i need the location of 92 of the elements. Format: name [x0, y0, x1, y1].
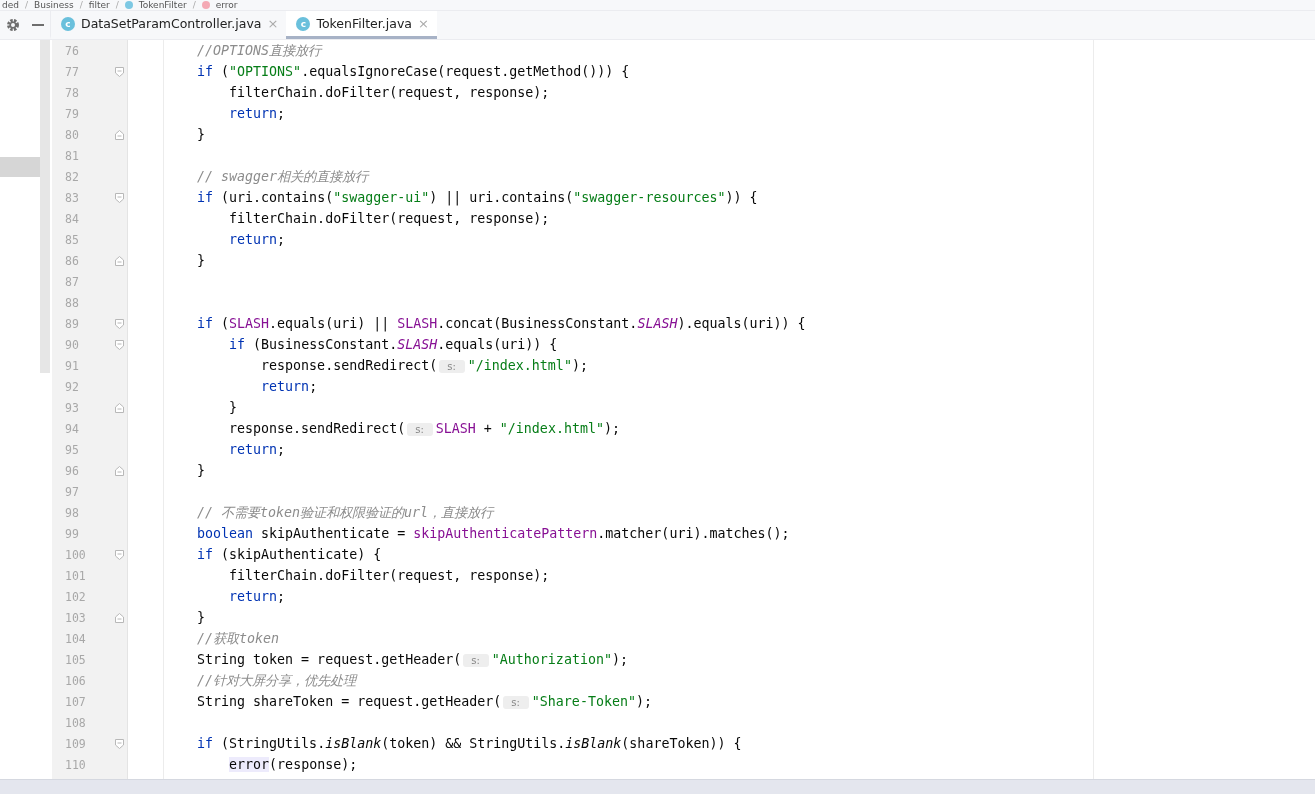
code-line: response.sendRedirect( s: SLASH + "/index.html"); — [228, 421, 620, 436]
code-line: response.sendRedirect( s: "/index.html"); — [260, 358, 588, 373]
line-number: 100 — [64, 547, 87, 562]
breadcrumb-separator: / — [24, 0, 28, 10]
class-icon: c — [296, 16, 311, 31]
code-line: boolean skipAuthenticate = skipAuthenticatePattern.matcher(uri).matches(); — [196, 526, 790, 541]
fold-icon[interactable] — [115, 129, 124, 140]
method-icon — [201, 1, 210, 9]
line-number: 86 — [64, 253, 80, 268]
code-line: if (skipAuthenticate) { — [196, 547, 382, 562]
line-number: 92 — [64, 379, 80, 394]
code-line: //OPTIONS直接放行 — [196, 41, 322, 60]
line-number: 78 — [64, 85, 80, 100]
breadcrumb-item[interactable]: ded — [2, 0, 19, 10]
fold-icon[interactable] — [115, 339, 124, 350]
fold-icon[interactable] — [115, 66, 124, 77]
code-line: String shareToken = request.getHeader( s: "Share-Token"); — [196, 694, 652, 709]
line-number: 79 — [64, 106, 80, 121]
code-line: } — [196, 127, 206, 142]
code-line: if (uri.contains("swagger-ui") || uri.contains("swagger-resources")) { — [196, 190, 758, 205]
code-line: // 不需要token验证和权限验证的url，直接放行 — [196, 503, 494, 522]
line-number: 97 — [64, 484, 80, 499]
line-number: 81 — [64, 148, 80, 163]
fold-icon[interactable] — [115, 549, 124, 560]
line-number: 82 — [64, 169, 80, 184]
line-number: 110 — [64, 757, 87, 772]
line-number: 107 — [64, 694, 87, 709]
line-number: 94 — [64, 421, 80, 436]
code-line: // swagger相关的直接放行 — [196, 167, 369, 186]
line-number: 93 — [64, 400, 80, 415]
line-number: 91 — [64, 358, 80, 373]
code-line: error(response); — [228, 757, 358, 772]
code-line: //获取token — [196, 629, 280, 648]
code-line: return; — [228, 442, 286, 457]
code-line: //针对大屏分享，优先处理 — [196, 671, 357, 690]
class-icon: c — [61, 16, 75, 31]
code-line: } — [196, 610, 206, 625]
line-number: 83 — [64, 190, 80, 205]
class-icon — [124, 1, 133, 9]
breadcrumb-separator: / — [192, 0, 196, 10]
line-number: 80 — [64, 127, 80, 142]
fold-icon[interactable] — [115, 318, 124, 329]
fold-icon[interactable] — [115, 402, 124, 413]
line-number: 89 — [64, 316, 80, 331]
line-number: 85 — [64, 232, 80, 247]
code-line: filterChain.doFilter(request, response); — [228, 85, 550, 100]
code-line: if (SLASH.equals(uri) || SLASH.concat(BusinessConstant.SLASH).equals(uri)) { — [196, 316, 806, 331]
editor-tab[interactable]: c TokenFilter.java × — [286, 11, 437, 39]
breadcrumb-item[interactable]: error — [215, 0, 238, 10]
code-line: String token = request.getHeader( s: "Authorization"); — [196, 652, 628, 667]
breadcrumb-item[interactable]: Business — [34, 0, 74, 10]
line-number: 98 — [64, 505, 80, 520]
line-number: 84 — [64, 211, 80, 226]
line-number: 105 — [64, 652, 87, 667]
breadcrumb-separator: / — [79, 0, 83, 10]
breadcrumb-separator: / — [115, 0, 119, 10]
line-number: 95 — [64, 442, 80, 457]
fold-icon[interactable] — [115, 192, 124, 203]
code-line: filterChain.doFilter(request, response); — [228, 211, 550, 226]
code-line: if (StringUtils.isBlank(token) && StringUtils.isBlank(shareToken)) { — [196, 736, 742, 751]
breadcrumb-item[interactable]: filter — [88, 0, 110, 10]
line-number: 106 — [64, 673, 87, 688]
code-line: } — [196, 463, 206, 478]
fold-icon[interactable] — [115, 465, 124, 476]
fold-icon[interactable] — [115, 255, 124, 266]
code-line: } — [196, 253, 206, 268]
line-number: 108 — [64, 715, 87, 730]
line-number: 88 — [64, 295, 80, 310]
line-number: 90 — [64, 337, 80, 352]
line-number: 109 — [64, 736, 87, 751]
line-number: 103 — [64, 610, 87, 625]
code-line: return; — [228, 232, 286, 247]
code-line: return; — [228, 106, 286, 121]
line-number: 102 — [64, 589, 87, 604]
code-line: if ("OPTIONS".equalsIgnoreCase(request.getMethod())) { — [196, 64, 630, 79]
code-line: return; — [260, 379, 318, 394]
code-line: filterChain.doFilter(request, response); — [228, 568, 550, 583]
settings-icon[interactable] — [6, 18, 20, 32]
line-number: 99 — [64, 526, 80, 541]
code-line: } — [228, 400, 238, 415]
selection-highlight — [0, 157, 40, 177]
code-line: if (BusinessConstant.SLASH.equals(uri)) { — [228, 337, 558, 352]
line-number: 87 — [64, 274, 80, 289]
line-number: 76 — [64, 43, 80, 58]
line-number: 77 — [64, 64, 80, 79]
fold-icon[interactable] — [115, 738, 124, 749]
line-number: 104 — [64, 631, 87, 646]
code-line: return; — [228, 589, 286, 604]
breadcrumb-item[interactable]: TokenFilter — [138, 0, 187, 10]
fold-icon[interactable] — [115, 612, 124, 623]
line-number: 96 — [64, 463, 80, 478]
line-number: 101 — [64, 568, 87, 583]
